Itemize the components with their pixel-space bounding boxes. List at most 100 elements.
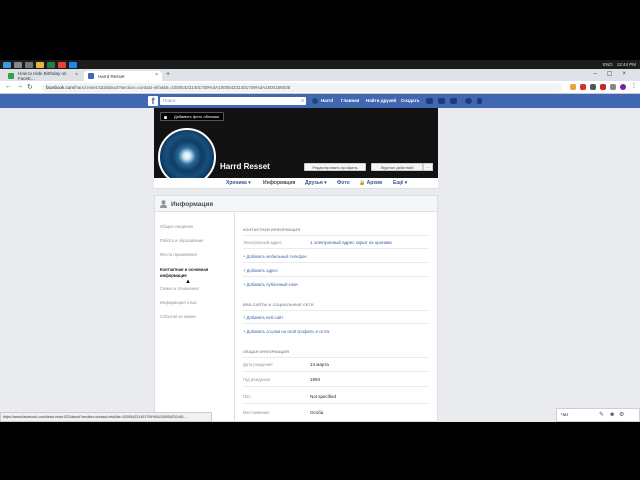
divider (243, 386, 429, 387)
url-field[interactable]: facebook.com/harrd.reset.522/about?secti… (42, 83, 562, 92)
more-options-button[interactable]: ··· (423, 163, 433, 171)
profile-avatar-icon[interactable] (620, 84, 626, 90)
divider (243, 323, 429, 324)
sidebar-item-life-events[interactable]: События из жизни (160, 314, 232, 320)
url-path: /harrd.reset.522/about?section=contact-i… (74, 85, 291, 90)
divider (243, 248, 429, 249)
add-website-link[interactable]: + Добавить веб-сайт (243, 315, 283, 320)
pronoun-value: Особа (310, 410, 324, 415)
browser-tab-strip: How to Hide Birthday on Faceb… × Harrd R… (0, 69, 640, 81)
chrome-icon[interactable] (58, 61, 66, 68)
nav-profile-link[interactable]: Harrd (321, 97, 333, 105)
nav-home-link[interactable]: Главная (341, 97, 359, 105)
help-icon[interactable] (465, 98, 472, 104)
friend-requests-icon[interactable] (426, 98, 433, 104)
chat-bar[interactable]: Чат ✎ ☻ ⚙ (556, 408, 640, 422)
tab-more[interactable]: Ещё ▾ (393, 180, 407, 187)
birth-year-value: 1993 (310, 377, 321, 382)
language-indicator[interactable]: ENG (603, 62, 613, 67)
menu-icon[interactable]: ⋮ (631, 82, 637, 89)
sidebar-item-details[interactable]: Информация о вас (160, 300, 232, 306)
account-dropdown-icon[interactable] (477, 98, 482, 104)
add-cover-label: Добавить фото обложки (174, 114, 219, 119)
profile-content: ◙ Добавить фото обложки Harrd Resset Ред… (154, 108, 438, 422)
settings-gear-icon[interactable]: ⚙ (619, 409, 624, 421)
extension-icon[interactable] (590, 84, 596, 90)
tab-harrd-resset[interactable]: Harrd Resset × (84, 71, 162, 81)
divider (243, 371, 429, 372)
about-sidebar: Общие сведения Работа и образование Мест… (155, 212, 235, 422)
new-tab-button[interactable]: + (166, 71, 170, 78)
camera-icon: ◙ (164, 115, 168, 121)
tab-archive[interactable]: 🔒 Архив (359, 180, 382, 187)
tab-label: How to Hide Birthday on Faceb… (18, 71, 67, 81)
sidebar-item-family[interactable]: Семья и отношения (160, 286, 232, 292)
clock[interactable]: 12:44 PM (617, 62, 636, 67)
extension-icon[interactable] (570, 84, 576, 90)
tab-about[interactable]: Информация (263, 180, 295, 187)
add-address-label: Добавить адрес (246, 268, 278, 273)
task-view-icon[interactable] (25, 61, 33, 68)
notifications-icon[interactable] (450, 98, 457, 104)
group-chat-icon[interactable]: ☻ (609, 409, 615, 421)
divider (243, 357, 429, 358)
start-icon[interactable] (3, 61, 11, 68)
extension-icon[interactable] (580, 84, 586, 90)
back-icon[interactable]: ← (5, 83, 12, 90)
new-message-icon[interactable]: ✎ (599, 409, 604, 421)
sidebar-item-work-education[interactable]: Работа и образование (160, 238, 232, 244)
email-label: Электронный адрес (243, 240, 282, 245)
pronoun-label: Местоимение (243, 410, 270, 415)
edit-profile-button[interactable]: Редактировать профиль (304, 163, 366, 171)
browser-status-url: https://www.facebook.com/harrd.reset.522… (0, 412, 212, 422)
nav-find-friends-link[interactable]: Найти друзей (366, 97, 396, 105)
tab-friends[interactable]: Друзья ▾ (305, 180, 327, 187)
reload-icon[interactable]: ↻ (27, 83, 33, 91)
tab-photos[interactable]: Фото (337, 180, 350, 187)
window-controls[interactable]: –▢× (593, 70, 636, 77)
close-tab-icon[interactable]: × (75, 72, 78, 78)
add-social-links-link[interactable]: + Добавить ссылки на свой профиль в сетя… (243, 329, 330, 334)
add-website-label: Добавить веб-сайт (246, 315, 284, 320)
add-public-key-label: Добавить публичный ключ (246, 282, 299, 287)
sidebar-item-overview[interactable]: Общие сведения (160, 224, 232, 230)
youtube-favicon-icon (8, 73, 14, 79)
extension-icon[interactable] (600, 84, 606, 90)
nav-create-link[interactable]: Создать (401, 97, 420, 105)
about-main-panel: КОНТАКТНАЯ ИНФОРМАЦИЯ Электронный адрес … (243, 212, 433, 422)
file-explorer-icon[interactable] (36, 61, 44, 68)
extension-icon[interactable] (610, 84, 616, 90)
screen: ENG 12:44 PM How to Hide Birthday on Fac… (0, 60, 640, 422)
search-icon[interactable]: ⌕ (301, 97, 304, 105)
tab-label: Harrd Resset (98, 73, 125, 79)
forward-icon[interactable]: → (16, 83, 23, 90)
facebook-search-input[interactable]: Поиск ⌕ (160, 97, 306, 105)
facebook-logo[interactable]: f (148, 96, 158, 106)
tab-how-to-hide-birthday[interactable]: How to Hide Birthday on Faceb… × (4, 71, 82, 81)
add-cover-photo-button[interactable]: ◙ Добавить фото обложки (160, 112, 224, 121)
url-host: facebook.com (46, 85, 75, 90)
system-tray: ENG 12:44 PM (603, 60, 636, 69)
gender-label: Пол (243, 394, 251, 399)
sidebar-item-places[interactable]: Места проживания (160, 252, 232, 258)
add-public-key-link[interactable]: + Добавить публичный ключ (243, 282, 298, 287)
search-icon[interactable] (14, 61, 22, 68)
add-mobile-phone-link[interactable]: + Добавить мобильный телефон (243, 254, 307, 259)
sidebar-item-contact-info[interactable]: Контактная и основная информация (160, 267, 232, 278)
email-value[interactable]: 1 электронный адрес скрыт из хроники (310, 240, 392, 245)
profile-tabs: Хроника ▾ Информация Друзья ▾ Фото 🔒 Арх… (154, 178, 438, 189)
facebook-top-bar: f Поиск ⌕ Harrd Главная Найти друзей Соз… (0, 94, 640, 108)
close-tab-icon[interactable]: × (155, 72, 158, 78)
birth-year-label: Год рождения (243, 377, 270, 382)
avatar[interactable] (312, 98, 318, 104)
tab-timeline[interactable]: Хроника ▾ (226, 180, 251, 187)
add-address-link[interactable]: + Добавить адрес (243, 268, 278, 273)
person-icon (160, 200, 167, 208)
activity-log-button[interactable]: Журнал действий (371, 163, 423, 171)
address-bar-row: ← → ↻ facebook.com/harrd.reset.522/about… (0, 81, 640, 94)
messages-icon[interactable] (438, 98, 445, 104)
edge-icon[interactable] (69, 61, 77, 68)
divider (243, 235, 429, 236)
profile-name[interactable]: Harrd Resset (220, 162, 270, 171)
app-icon[interactable] (47, 61, 55, 68)
